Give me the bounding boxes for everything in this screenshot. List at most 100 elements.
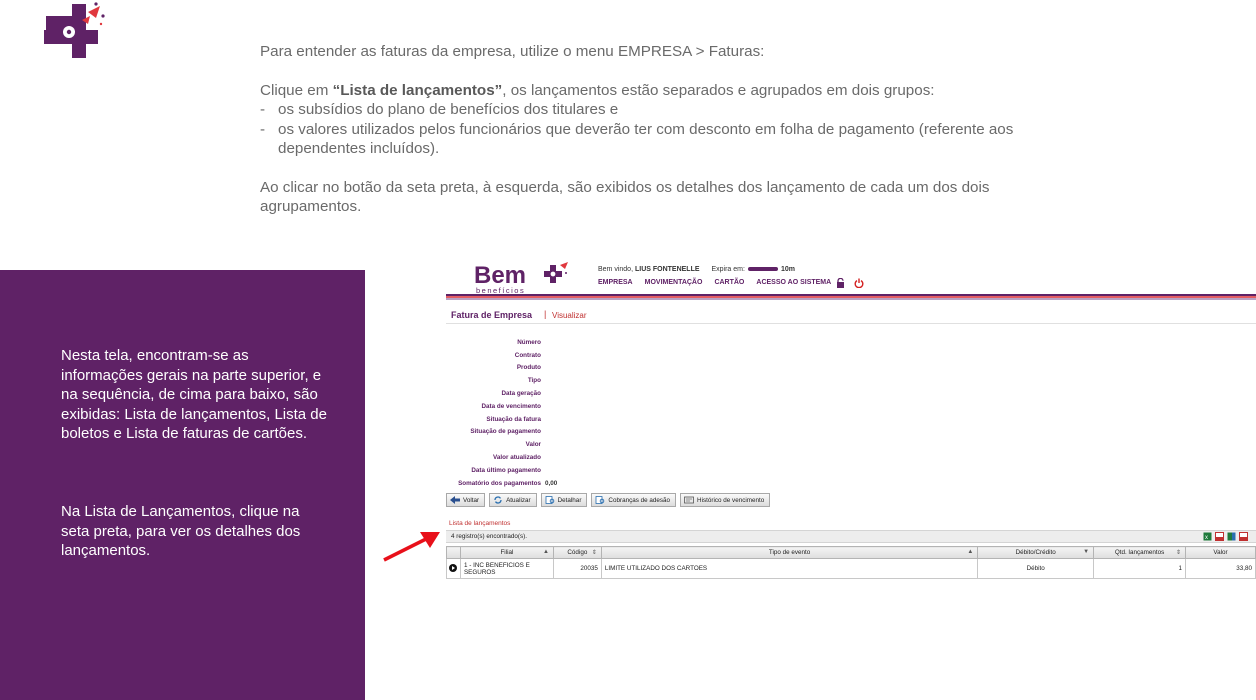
excel-export-icon[interactable]: x [1203,532,1212,541]
field-label: Data último pagamento [471,466,541,474]
app-screenshot: Bem benefícios Bem vindo, LIUS FONTENELL… [446,256,1256,586]
cell-tipo-evento: LIMITE UTILIZADO DOS CARTOES [600,558,979,579]
user-name: LIUS FONTENELLE [634,266,700,273]
svg-text:x: x [1205,535,1208,541]
history-icon [684,496,694,504]
launch-list-title: Lista de lançamentos [449,520,511,527]
due-history-button[interactable]: Histórico de vencimento [680,493,771,507]
field-label: Data geração [501,390,541,398]
field-value: 0,00 [545,479,558,487]
refresh-icon [494,496,502,504]
field-label: Produto [516,364,541,372]
sort-both-icon: ⇕ [591,550,597,556]
field-label: Somatório dos pagamentos [458,479,541,487]
detail-button[interactable]: Detalhar [540,493,588,507]
intro-bullet: os subsídios do plano de benefícios dos … [260,100,1060,120]
welcome-prefix: Bem vindo, [598,266,635,273]
field-row: Situação de pagamento [446,426,646,439]
back-button-label: Voltar [463,496,480,504]
session-expire-value: 10m [780,266,795,273]
cell-qtd-lancamentos: 1 [1093,558,1187,579]
cell-codigo: 20035 [552,558,602,579]
field-row: Contrato [446,349,646,362]
field-label: Número [517,338,541,346]
intro-line-1: Para entender as faturas da empresa, uti… [260,43,765,60]
side-panel: Nesta tela, encontram-se as informações … [0,270,365,700]
intro-p2-prefix: Clique em [260,81,333,99]
expand-cell[interactable] [446,558,461,579]
due-history-label: Histórico de vencimento [697,496,765,504]
field-row: Tipo [446,374,646,387]
invoice-fields: Número Contrato Produto Tipo Data geraçã… [446,336,646,490]
back-button[interactable]: Voltar [446,493,486,507]
detail-icon [545,496,554,504]
nav-item-cartao[interactable]: CARTÃO [714,279,744,286]
excel-export-all-icon[interactable] [1227,532,1236,541]
table-header-row: Filial ▲ Código ⇕ Tipo de evento ▲ Débito/C… [446,546,1256,559]
pdf-export-all-icon[interactable] [1239,532,1248,541]
cell-debito-credito: Débito [977,558,1095,579]
column-header-debito-credito[interactable]: Débito/Crédito ▼ [977,546,1095,559]
svg-text:Bem: Bem [474,262,526,289]
field-row: Somatório dos pagamentos 0,00 [446,477,646,490]
intro-paragraph-3: Ao clicar no botão da seta preta, à esqu… [260,178,990,216]
side-panel-text: Nesta tela, encontram-se as informações … [61,346,331,561]
export-icons: x [1203,532,1248,541]
cell-filial: 1 - INC BENEFICIOS E SEGUROS [459,558,554,579]
intro-bullets: os subsídios do plano de benefícios dos … [260,100,1060,159]
charges-icon [596,496,605,504]
detail-button-label: Detalhar [557,496,582,504]
intro-p2-bold: “Lista de lançamentos” [332,81,503,99]
field-row: Data geração [446,387,646,400]
field-label: Situação da fatura [486,415,541,423]
column-header-valor[interactable]: Valor [1185,546,1256,559]
membership-charges-button[interactable]: Cobranças de adesão [591,493,677,507]
page-header: Fatura de Empresa | Visualizar [446,308,1256,324]
record-count: 4 registro(s) encontrado(s). [451,533,527,540]
app-header: Bem benefícios Bem vindo, LIUS FONTENELL… [446,256,1256,300]
session-expire-bar [747,267,778,272]
app-logo-icon: Bem benefícios [474,262,568,295]
field-row: Número [446,336,646,349]
membership-charges-label: Cobranças de adesão [608,496,671,504]
field-label: Situação de pagamento [470,428,541,436]
app-main-nav: EMPRESA MOVIMENTAÇÃO CARTÃO ACESSO AO SI… [598,279,831,286]
nav-item-empresa[interactable]: EMPRESA [598,279,633,286]
table-row: 1 - INC BENEFICIOS E SEGUROS 20035 LIMIT… [446,558,1256,579]
column-header-codigo[interactable]: Código ⇕ [552,546,602,559]
pdf-export-icon[interactable] [1215,532,1224,541]
field-label: Valor [525,441,541,449]
refresh-button-label: Atualizar [506,496,531,504]
sort-both-icon: ⇕ [1175,550,1182,556]
field-label: Contrato [514,351,541,359]
nav-item-acesso[interactable]: ACESSO AO SISTEMA [756,279,831,286]
column-header-tipo-evento[interactable]: Tipo de evento ▲ [600,546,979,559]
intro-bullet: os valores utilizados pelos funcionários… [260,120,1060,159]
intro-p2-suffix: , os lançamentos estão separados e agrup… [502,81,935,99]
field-label: Data de vencimento [481,402,542,410]
launch-list-bar: 4 registro(s) encontrado(s). x [446,530,1256,543]
field-row: Produto [446,362,646,375]
lock-icon[interactable] [836,278,845,288]
power-icon[interactable] [854,278,864,288]
refresh-button[interactable]: Atualizar [489,493,537,507]
field-label: Tipo [527,377,541,385]
column-header-qtd-lancamentos[interactable]: Qtd. lançamentos ⇕ [1093,546,1187,559]
side-panel-paragraph-2: Na Lista de Lançamentos, clique na seta … [61,502,301,560]
field-row: Data de vencimento [446,400,646,413]
session-expire-label: Expira em: [711,266,745,273]
back-arrow-icon [450,496,460,504]
nav-item-movimentacao[interactable]: MOVIMENTAÇÃO [645,279,703,286]
launch-table: Filial ▲ Código ⇕ Tipo de evento ▲ Débito/C… [446,546,1256,579]
sort-asc-icon: ▲ [542,549,549,555]
column-header-filial[interactable]: Filial ▲ [459,546,554,559]
action-toolbar: Voltar Atualizar Detalhar Cobranças de a… [446,493,771,507]
expand-arrow-icon[interactable] [449,563,457,572]
field-row: Data último pagamento [446,464,646,477]
sort-asc-icon: ▲ [967,549,974,555]
field-row: Valor [446,438,646,451]
header-stripes [446,294,1256,300]
page-title-separator: | [544,309,547,319]
intro-paragraph-2: Clique em “Lista de lançamentos”, os lan… [260,81,1060,101]
welcome-line: Bem vindo, LIUS FONTENELLE Expira em: 10m [598,266,795,273]
